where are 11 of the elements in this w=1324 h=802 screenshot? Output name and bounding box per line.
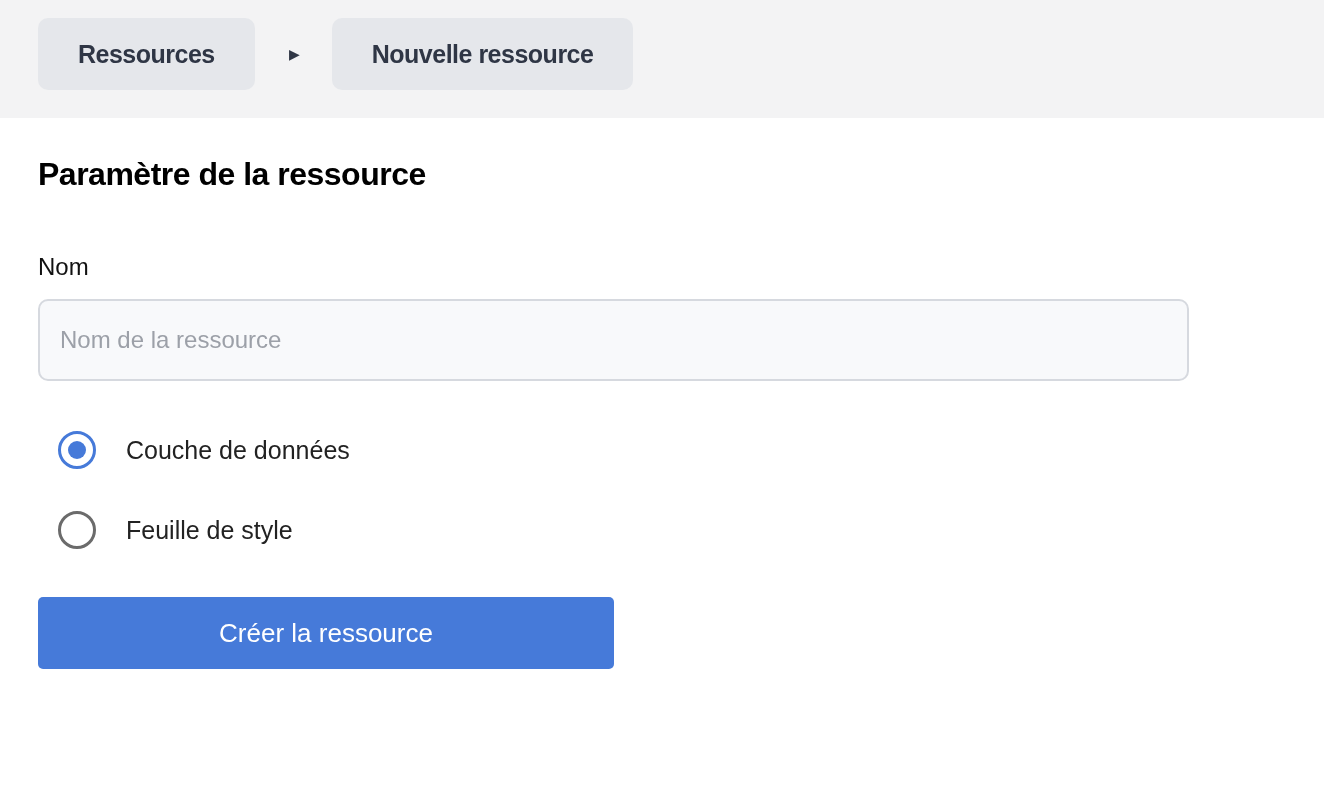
- breadcrumb-button[interactable]: Ressources: [38, 18, 255, 90]
- radio-button[interactable]: [58, 431, 96, 469]
- radio-button[interactable]: [58, 511, 96, 549]
- separator-icon: ▶: [288, 46, 300, 62]
- radio-label: Feuille de style: [126, 515, 293, 545]
- create-button[interactable]: Créer la ressource: [38, 597, 614, 669]
- breadcrumb-button[interactable]: Nouvelle ressource: [331, 18, 634, 90]
- section-title: Paramètre de la ressource: [38, 156, 427, 193]
- radio-label: Couche de données: [126, 435, 350, 465]
- name-input-field[interactable]: Nom de la ressource: [38, 299, 1189, 381]
- field-label: Nom: [38, 253, 90, 281]
